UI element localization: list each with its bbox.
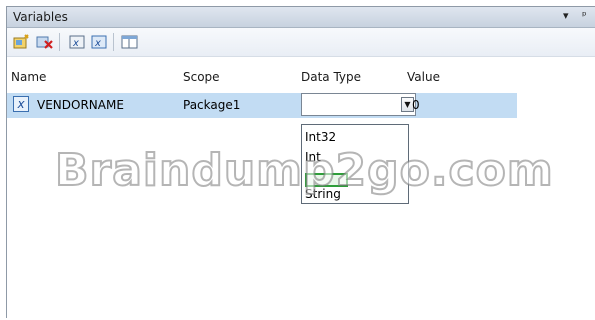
column-header-data-type[interactable]: Data Type bbox=[301, 70, 361, 84]
window-title: Variables bbox=[13, 10, 68, 24]
dropdown-option-int32[interactable]: Int32 bbox=[305, 130, 336, 145]
pin-icon[interactable]: ᵖ bbox=[582, 9, 587, 22]
variable-name-cell[interactable]: VENDORNAME bbox=[37, 98, 124, 112]
delete-variable-button[interactable] bbox=[35, 32, 55, 52]
add-variable-icon bbox=[13, 34, 29, 49]
all-variables-icon: x bbox=[91, 35, 107, 49]
add-variable-button[interactable] bbox=[12, 32, 32, 52]
svg-text:x: x bbox=[94, 38, 101, 49]
toolbar-separator bbox=[113, 33, 114, 51]
columns-icon bbox=[121, 35, 138, 49]
svg-text:x: x bbox=[72, 38, 79, 49]
toolbar: x x bbox=[7, 28, 595, 57]
delete-variable-icon bbox=[36, 36, 53, 49]
window-titlebar: Variables ▾ ᵖ bbox=[7, 7, 595, 28]
column-header-name[interactable]: Name bbox=[11, 70, 46, 84]
variable-value-cell[interactable]: 0 bbox=[412, 98, 420, 112]
variables-window: Variables ▾ ᵖ x x Name Scope Data Type V… bbox=[6, 6, 595, 318]
column-header-scope[interactable]: Scope bbox=[183, 70, 220, 84]
table-row[interactable]: x VENDORNAME Package1 ▼ 0 bbox=[7, 93, 517, 118]
grid-header: Name Scope Data Type Value bbox=[7, 69, 595, 87]
system-variables-icon: x bbox=[69, 35, 85, 49]
show-all-variables-button[interactable]: x bbox=[89, 32, 109, 52]
data-type-select[interactable]: ▼ bbox=[301, 93, 416, 116]
toolbar-separator bbox=[59, 33, 60, 51]
variable-scope-cell[interactable]: Package1 bbox=[183, 98, 240, 112]
show-system-variables-button[interactable]: x bbox=[67, 32, 87, 52]
variable-icon: x bbox=[13, 96, 29, 112]
watermark: Braindump2go.com bbox=[54, 144, 554, 197]
column-header-value[interactable]: Value bbox=[407, 70, 440, 84]
choose-columns-button[interactable] bbox=[120, 32, 140, 52]
window-menu-icon[interactable]: ▾ bbox=[563, 9, 569, 22]
